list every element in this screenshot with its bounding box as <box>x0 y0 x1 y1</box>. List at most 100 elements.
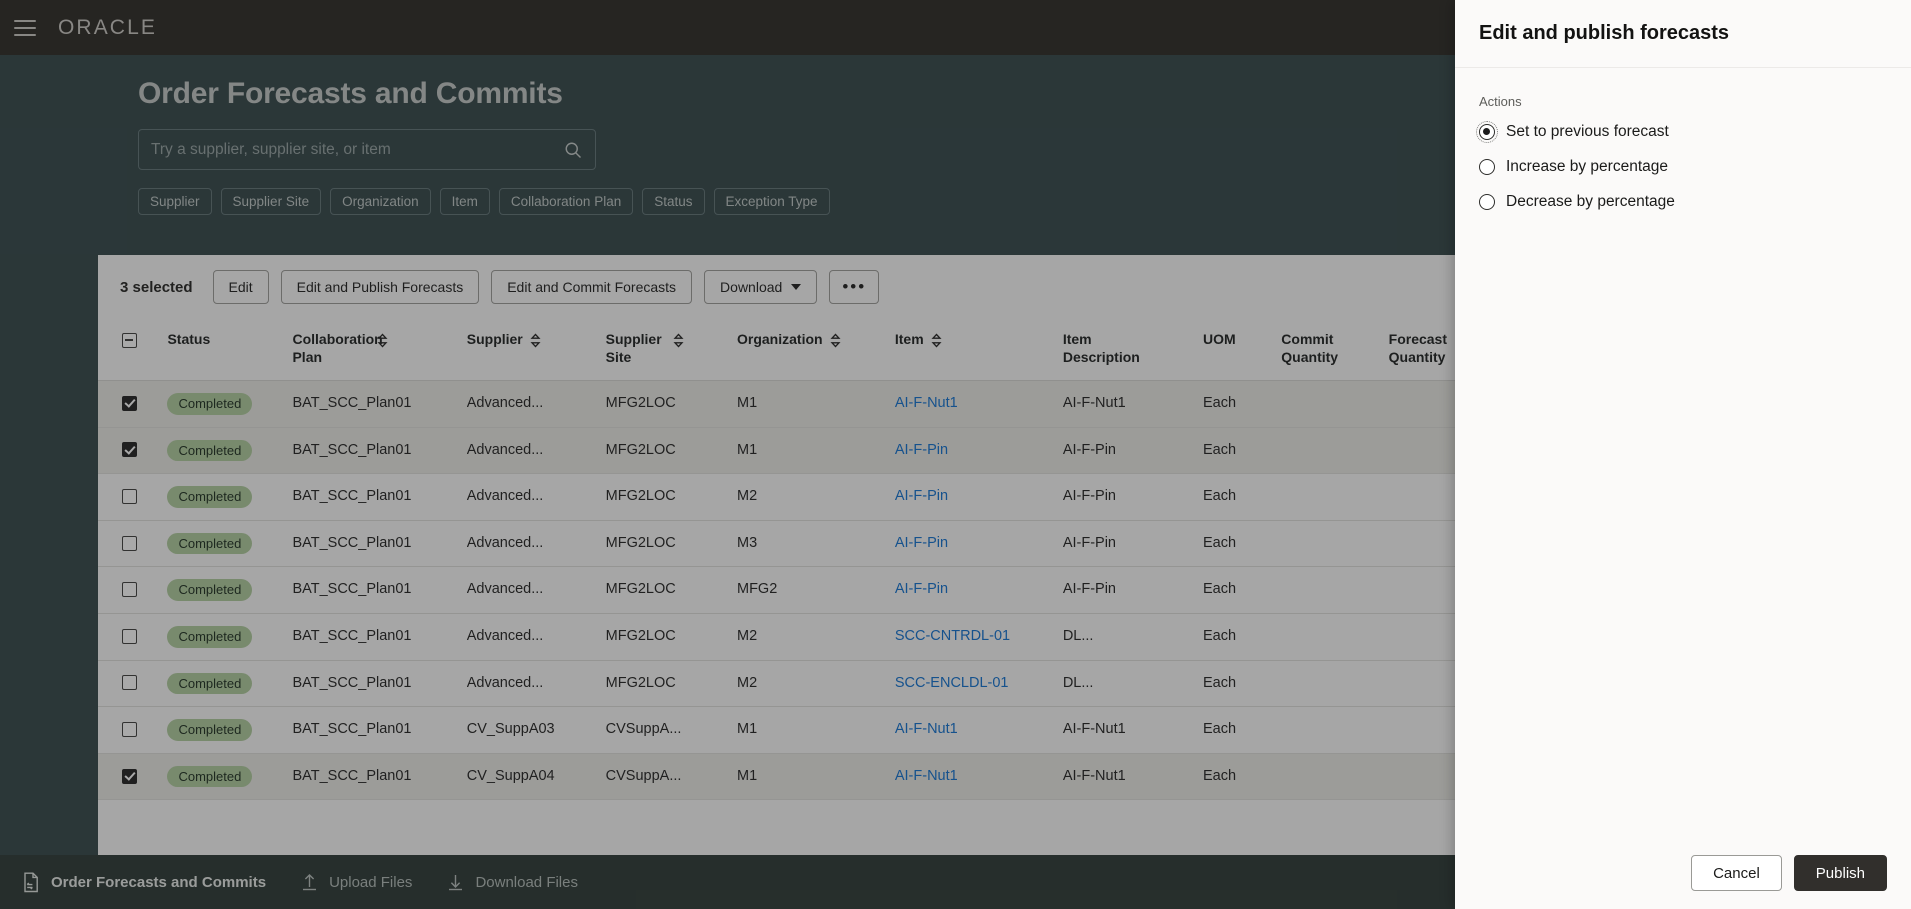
radio-option-decrease-by-percentage[interactable]: Decrease by percentage <box>1479 193 1887 211</box>
item-link[interactable]: AI-F-Nut1 <box>895 721 958 737</box>
row-select-cell[interactable] <box>98 473 168 521</box>
column-header-organization[interactable]: Organization <box>737 319 895 381</box>
row-select-cell[interactable] <box>98 380 168 428</box>
actions-group-label: Actions <box>1479 94 1522 109</box>
sort-icon[interactable] <box>530 333 541 348</box>
sort-icon[interactable] <box>830 333 841 348</box>
cell-item[interactable]: SCC-CNTRDL-01 <box>894 613 1063 661</box>
item-link[interactable]: AI-F-Nut1 <box>895 768 958 784</box>
filter-chip-status[interactable]: Status <box>642 188 705 215</box>
filter-chip-collaboration-plan[interactable]: Collaboration Plan <box>498 188 634 215</box>
cell-item[interactable]: AI-F-Pin <box>894 520 1063 568</box>
item-link[interactable]: AI-F-Pin <box>895 535 948 551</box>
select-all-checkbox[interactable] <box>122 332 137 348</box>
filter-chip-supplier[interactable]: Supplier <box>138 188 212 215</box>
cell-item[interactable]: AI-F-Pin <box>894 473 1063 521</box>
row-select-cell[interactable] <box>98 566 168 614</box>
table-row[interactable]: Completed BAT_SCC_Plan01 Advanced... MFG2LO… <box>98 613 1515 661</box>
row-checkbox[interactable] <box>122 488 137 504</box>
filter-chip-item[interactable]: Item <box>439 188 490 215</box>
table-row[interactable]: Completed BAT_SCC_Plan01 Advanced... MFG2LO… <box>98 380 1515 428</box>
table-row[interactable]: Completed BAT_SCC_Plan01 CV_SuppA04 CVSuppA… <box>98 753 1515 801</box>
cell-item[interactable]: AI-F-Pin <box>894 427 1063 475</box>
cell-item[interactable]: SCC-ENCLDL-01 <box>894 660 1063 708</box>
row-checkbox[interactable] <box>122 768 137 784</box>
download-button[interactable]: Download <box>704 270 818 304</box>
status-badge: Completed <box>167 486 253 508</box>
radio-option-increase-by-percentage[interactable]: Increase by percentage <box>1479 158 1887 176</box>
row-checkbox[interactable] <box>122 675 137 691</box>
cancel-button[interactable]: Cancel <box>1691 855 1782 891</box>
hamburger-icon[interactable] <box>14 19 36 36</box>
item-link[interactable]: AI-F-Nut1 <box>895 395 958 411</box>
cell-collaboration-plan: BAT_SCC_Plan01 <box>292 660 467 708</box>
cell-item[interactable]: AI-F-Nut1 <box>894 706 1063 754</box>
edit-button[interactable]: Edit <box>212 270 269 304</box>
column-header-item[interactable]: Item <box>894 319 1063 381</box>
document-sync-icon <box>24 872 38 892</box>
cell-status: Completed <box>167 520 293 568</box>
item-link[interactable]: AI-F-Pin <box>895 581 948 597</box>
column-header-supplier[interactable]: Supplier <box>466 319 606 381</box>
radio-button[interactable] <box>1479 194 1495 210</box>
edit-and-publish-forecasts-button[interactable]: Edit and Publish Forecasts <box>280 270 480 304</box>
column-header-status: Status <box>167 319 293 381</box>
table-row[interactable]: Completed BAT_SCC_Plan01 Advanced... MFG2LO… <box>98 427 1515 475</box>
status-badge: Completed <box>167 439 253 462</box>
column-label: Forecast Quantity <box>1388 331 1447 365</box>
radio-button[interactable] <box>1476 121 1498 143</box>
edit-and-commit-forecasts-button[interactable]: Edit and Commit Forecasts <box>491 270 693 304</box>
row-checkbox[interactable] <box>122 628 137 644</box>
sort-icon[interactable] <box>931 333 942 348</box>
column-label: Supplier <box>466 331 523 347</box>
filter-chip-supplier-site[interactable]: Supplier Site <box>220 188 322 215</box>
filter-chip-organization[interactable]: Organization <box>330 188 431 215</box>
search-box[interactable] <box>138 129 596 170</box>
bottom-item-upload-files[interactable]: Upload Files <box>300 872 412 893</box>
cell-uom: Each <box>1203 566 1282 614</box>
row-select-cell[interactable] <box>98 706 168 754</box>
search-icon[interactable] <box>563 140 583 160</box>
cell-status: Completed <box>167 380 293 428</box>
table-row[interactable]: Completed BAT_SCC_Plan01 Advanced... MFG2LO… <box>98 473 1515 521</box>
row-checkbox[interactable] <box>122 582 137 598</box>
item-link[interactable]: AI-F-Pin <box>895 488 948 504</box>
cell-item[interactable]: AI-F-Nut1 <box>894 753 1063 801</box>
more-actions-button[interactable]: ••• <box>829 270 880 304</box>
row-select-cell[interactable] <box>98 427 168 475</box>
sort-icon[interactable] <box>377 333 388 348</box>
item-link[interactable]: SCC-ENCLDL-01 <box>895 675 1009 691</box>
cell-uom: Each <box>1203 753 1282 801</box>
table-row[interactable]: Completed BAT_SCC_Plan01 CV_SuppA03 CVSuppA… <box>98 706 1515 754</box>
row-select-cell[interactable] <box>98 520 168 568</box>
sort-icon[interactable] <box>673 333 684 348</box>
table-row[interactable]: Completed BAT_SCC_Plan01 Advanced... MFG2LO… <box>98 660 1515 708</box>
publish-button[interactable]: Publish <box>1793 855 1887 891</box>
bottom-item-download-files[interactable]: Download Files <box>446 872 578 893</box>
row-checkbox[interactable] <box>122 535 137 551</box>
row-checkbox[interactable] <box>122 395 137 411</box>
item-link[interactable]: AI-F-Pin <box>895 442 948 458</box>
radio-option-set-to-previous-forecast[interactable]: Set to previous forecast <box>1476 121 1887 143</box>
column-header-collaboration-plan[interactable]: Collaboration Plan <box>292 319 467 381</box>
cell-supplier-site: MFG2LOC <box>605 660 737 708</box>
row-select-cell[interactable] <box>98 660 168 708</box>
column-header-supplier-site[interactable]: Supplier Site <box>605 319 737 381</box>
bottom-item-order-forecasts-and-commits[interactable]: Order Forecasts and Commits <box>22 872 266 893</box>
row-checkbox[interactable] <box>122 721 137 737</box>
cell-item[interactable]: AI-F-Nut1 <box>894 380 1063 428</box>
table-row[interactable]: Completed BAT_SCC_Plan01 Advanced... MFG2LO… <box>98 520 1515 568</box>
radio-button[interactable] <box>1479 159 1495 175</box>
filter-chip-exception-type[interactable]: Exception Type <box>713 188 830 215</box>
cell-item[interactable]: AI-F-Pin <box>894 566 1063 614</box>
row-select-cell[interactable] <box>98 613 168 661</box>
table-header: Status Collaboration Plan Supplier Suppl… <box>98 319 1515 381</box>
item-link[interactable]: SCC-CNTRDL-01 <box>895 628 1010 644</box>
search-input[interactable] <box>151 140 563 159</box>
cell-supplier: Advanced... <box>466 380 606 428</box>
row-checkbox[interactable] <box>122 442 137 458</box>
row-select-cell[interactable] <box>98 753 168 801</box>
cell-commit-quantity <box>1281 566 1389 614</box>
table-row[interactable]: Completed BAT_SCC_Plan01 Advanced... MFG2LO… <box>98 566 1515 614</box>
cell-supplier: CV_SuppA04 <box>466 753 606 801</box>
